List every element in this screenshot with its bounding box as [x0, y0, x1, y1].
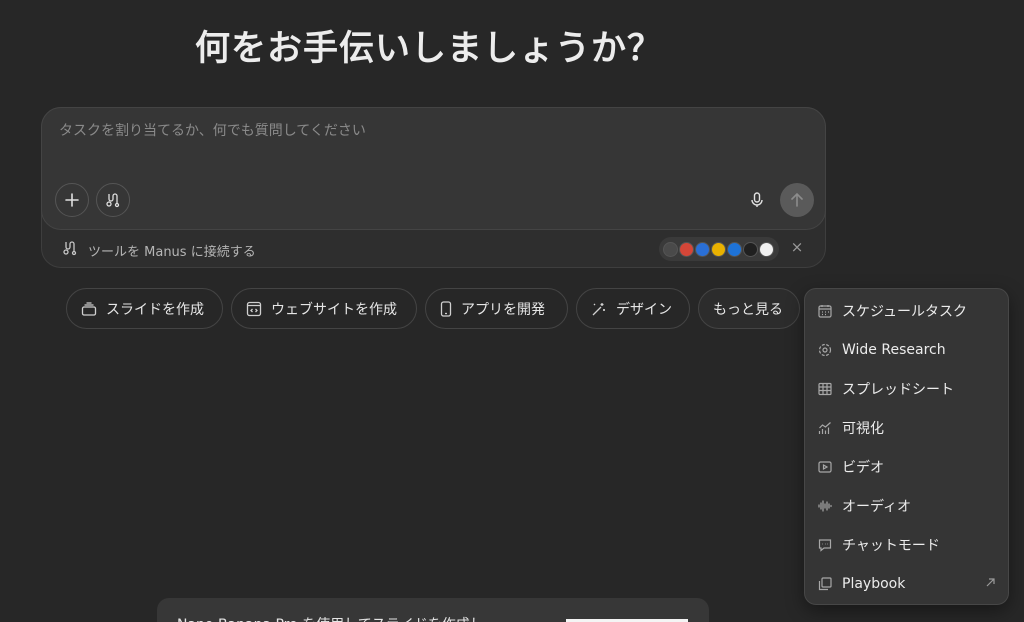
- gmail-icon: [679, 241, 694, 257]
- chip-label: もっと見る: [713, 301, 783, 318]
- plug-icon: [63, 241, 77, 256]
- wide-research-icon: [818, 343, 832, 357]
- chip-develop-app[interactable]: アプリを開発: [425, 288, 568, 329]
- menu-item-label: Wide Research: [842, 342, 946, 358]
- chip-see-more[interactable]: もっと見る: [698, 288, 800, 329]
- connect-tools-label: ツールを Manus に接続する: [88, 245, 256, 260]
- outlook-mail-icon: [727, 241, 742, 257]
- integration-icons[interactable]: [659, 237, 779, 261]
- microphone-icon: [751, 192, 763, 207]
- more-options-menu: スケジュールタスク Wide Research スプレッドシート 可視化 ビデオ: [804, 288, 1009, 605]
- menu-item-audio[interactable]: オーディオ: [805, 488, 1010, 524]
- playbook-icon: [818, 577, 832, 591]
- chip-label: スライドを作成: [106, 301, 204, 318]
- arrow-up-icon: [791, 193, 803, 207]
- menu-item-label: スケジュールタスク: [842, 304, 968, 320]
- mobile-app-icon: [440, 300, 452, 317]
- menu-item-chat-mode[interactable]: チャットモード: [805, 527, 1010, 563]
- slides-icon: [81, 301, 97, 316]
- chip-design[interactable]: デザイン: [576, 288, 690, 329]
- prompt-input[interactable]: [59, 123, 759, 139]
- composer-card: ツールを Manus に接続する ×: [41, 107, 826, 268]
- page-headline: 何をお手伝いしましょうか？: [195, 28, 664, 69]
- chip-label: デザイン: [616, 301, 672, 318]
- close-icon[interactable]: ×: [789, 239, 805, 255]
- github-icon: [743, 241, 758, 257]
- chip-create-website[interactable]: ウェブサイトを作成: [231, 288, 417, 329]
- connect-tools-button[interactable]: [96, 183, 130, 217]
- menu-item-label: Playbook: [842, 576, 906, 592]
- menu-item-label: 可視化: [842, 421, 884, 437]
- menu-item-label: オーディオ: [842, 499, 912, 515]
- chat-icon: [818, 539, 832, 552]
- google-drive-icon: [711, 241, 726, 257]
- chip-label: ウェブサイトを作成: [271, 301, 397, 318]
- microphone-button[interactable]: [745, 188, 769, 212]
- chrome-icon: [663, 241, 678, 257]
- promo-text: Nano Banana Pro を使用してスライドを作成し: [177, 614, 484, 622]
- composer-input-area: [41, 107, 826, 230]
- website-code-icon: [246, 301, 262, 316]
- menu-item-playbook[interactable]: Playbook: [805, 566, 1010, 602]
- plus-icon: [65, 193, 79, 207]
- menu-item-visualization[interactable]: 可視化: [805, 410, 1010, 446]
- chip-create-slides[interactable]: スライドを作成: [66, 288, 223, 329]
- notion-icon: [759, 241, 774, 257]
- chip-label: アプリを開発: [461, 301, 545, 318]
- menu-item-label: スプレッドシート: [842, 382, 954, 398]
- menu-item-scheduled-task[interactable]: スケジュールタスク: [805, 293, 1010, 329]
- menu-item-label: ビデオ: [842, 460, 884, 476]
- menu-item-spreadsheet[interactable]: スプレッドシート: [805, 371, 1010, 407]
- menu-item-video[interactable]: ビデオ: [805, 449, 1010, 485]
- plug-icon: [106, 193, 120, 208]
- video-icon: [818, 461, 832, 473]
- outlook-calendar-icon: [695, 241, 710, 257]
- chart-icon: [818, 422, 831, 434]
- external-link-icon: [986, 578, 995, 587]
- app-page: 何をお手伝いしましょうか？ タスクを割り当てるか、何でも質問してください ツール…: [0, 0, 1024, 622]
- menu-item-label: チャットモード: [842, 538, 940, 554]
- design-wand-icon: [592, 302, 605, 315]
- audio-wave-icon: [818, 500, 832, 512]
- connect-tools-bar[interactable]: ツールを Manus に接続する ×: [42, 230, 825, 268]
- send-button[interactable]: [780, 183, 814, 217]
- add-attachment-button[interactable]: [55, 183, 89, 217]
- menu-item-wide-research[interactable]: Wide Research: [805, 332, 1010, 368]
- calendar-icon: [818, 305, 832, 318]
- promo-banner[interactable]: Nano Banana Pro を使用してスライドを作成し: [157, 598, 709, 622]
- spreadsheet-icon: [818, 382, 832, 396]
